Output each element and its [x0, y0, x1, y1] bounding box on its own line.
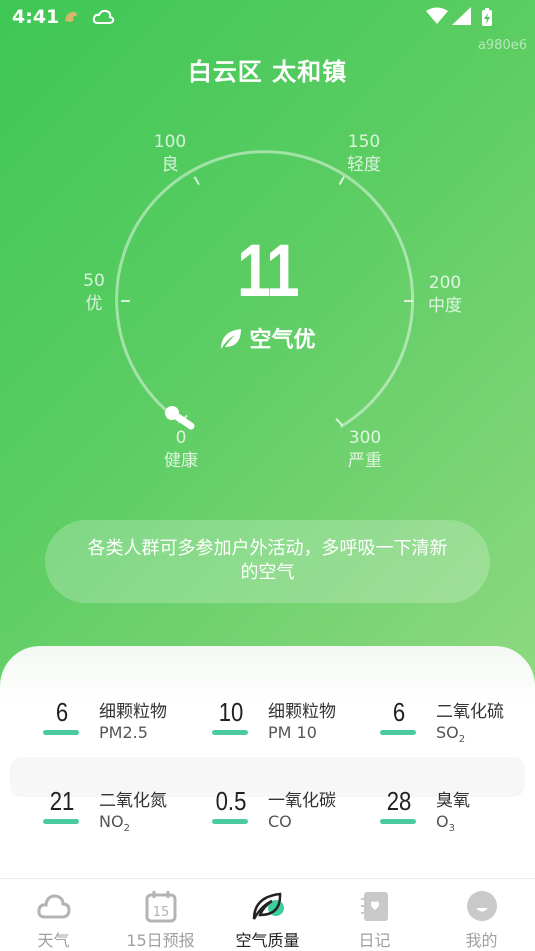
- pollutant-name: 一氧化碳: [268, 791, 336, 811]
- pollutant-value: 28: [386, 786, 412, 816]
- tab-label: 15日预报: [126, 931, 195, 950]
- pollutant-o3[interactable]: 28 臭氧 O3: [380, 784, 535, 844]
- pollutant-name: 二氧化氮: [99, 791, 167, 811]
- tab-15-day-forecast[interactable]: 15 15日预报: [107, 879, 214, 951]
- pollutant-value: 10: [218, 697, 244, 727]
- health-advice: 各类人群可多参加户外活动，多呼吸一下清新的空气: [45, 520, 490, 603]
- gauge-label-100: 100 良: [153, 132, 187, 175]
- gauge-label-0: 0 健康: [164, 428, 198, 471]
- tab-label: 空气质量: [235, 931, 300, 950]
- aqi-status-text: 空气优: [249, 328, 316, 353]
- pollutant-value: 21: [49, 786, 75, 816]
- tab-profile[interactable]: 我的: [428, 879, 535, 951]
- pollutant-co[interactable]: 0.5 一氧化碳 CO: [212, 784, 372, 844]
- calendar-15-icon: 15: [145, 891, 177, 923]
- pollutant-code: O3: [436, 812, 455, 835]
- leaf-icon: [221, 329, 242, 349]
- gauge-label-300: 300 严重: [348, 428, 382, 471]
- pollutant-bar: [212, 819, 248, 824]
- tab-diary[interactable]: 日记: [321, 879, 428, 951]
- cloud-icon: [37, 894, 71, 919]
- tab-weather[interactable]: 天气: [0, 879, 107, 951]
- gauge-label-150: 150 轻度: [347, 132, 381, 175]
- pollutant-name: 二氧化硫: [436, 702, 504, 722]
- pollutant-bar: [43, 730, 79, 735]
- diary-icon: [361, 892, 388, 921]
- pollutant-name: 细颗粒物: [99, 702, 167, 722]
- pollutant-bar: [43, 819, 79, 824]
- aqi-value: 11: [237, 229, 300, 312]
- pollutant-pm25[interactable]: 6 细颗粒物 PM2.5: [43, 695, 203, 755]
- pollutant-code: SO2: [436, 723, 466, 746]
- aqi-status: 空气优: [0, 322, 535, 354]
- pollutant-code: CO: [268, 812, 292, 831]
- pollutant-value: 6: [55, 697, 69, 727]
- pollutant-name: 臭氧: [436, 791, 470, 811]
- pollutant-so2[interactable]: 6 二氧化硫 SO2: [380, 695, 535, 755]
- pollutant-bar: [380, 730, 416, 735]
- pollutant-value: 6: [392, 697, 406, 727]
- pollutant-code: NO2: [99, 812, 130, 835]
- svg-text:15: 15: [153, 905, 170, 920]
- leaf-icon: [252, 892, 284, 920]
- pollutant-code: PM2.5: [99, 723, 148, 742]
- bottom-tab-bar: 天气 15 15日预报 空气质量 日记 我的: [0, 878, 535, 951]
- pollutant-code: PM 10: [268, 723, 317, 742]
- profile-icon: [467, 891, 497, 921]
- tab-label: 日记: [358, 931, 391, 950]
- pollutant-no2[interactable]: 21 二氧化氮 NO2: [43, 784, 203, 844]
- pollutant-bar: [380, 819, 416, 824]
- pollutant-value: 0.5: [215, 786, 247, 816]
- pollutant-name: 细颗粒物: [268, 702, 336, 722]
- pollutant-bar: [212, 730, 248, 735]
- pollutant-pm10[interactable]: 10 细颗粒物 PM 10: [212, 695, 372, 755]
- tab-label: 天气: [37, 931, 70, 950]
- tab-air-quality[interactable]: 空气质量: [214, 879, 321, 951]
- tab-label: 我的: [465, 931, 498, 950]
